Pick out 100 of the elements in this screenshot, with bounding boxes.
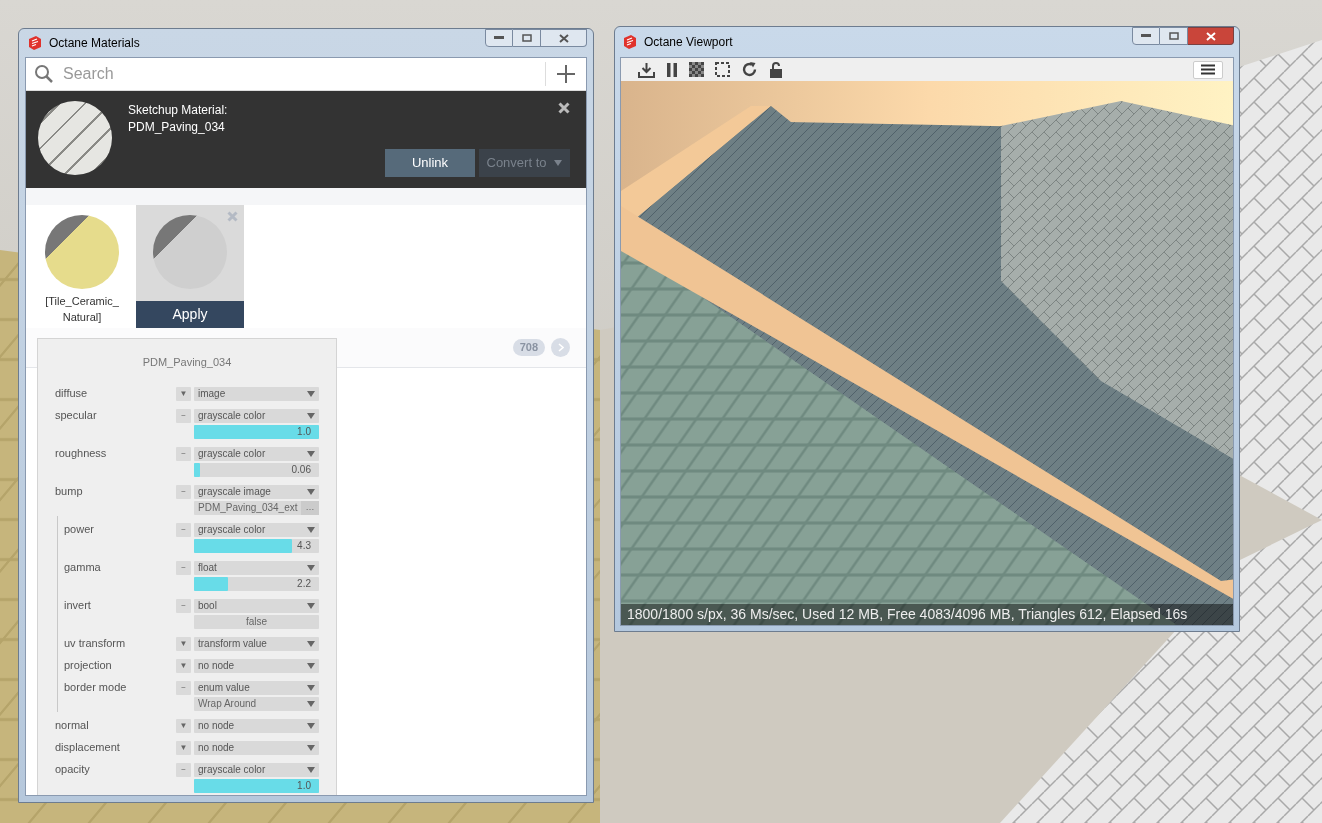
param-label: diffuse [55,386,89,402]
editor-title: PDM_Paving_034 [142,355,232,370]
param-label: displacement [55,740,121,756]
slider-reading: 1.0 [297,424,311,439]
param-label: specular [55,408,98,424]
param-label: power [64,522,95,538]
material-heading: Sketchup Material: [128,102,228,119]
toggle-button[interactable]: − [176,522,191,537]
minimize-icon [1141,34,1151,38]
type-dropdown[interactable]: transform value [194,636,319,651]
value-slider[interactable]: 1.0 [194,778,319,793]
caret-icon [307,602,315,609]
type-dropdown[interactable]: no node [194,740,319,755]
maximize-icon [1168,32,1179,40]
caret-icon [307,488,315,495]
type-dropdown[interactable]: no node [194,658,319,673]
slider-reading: 0.06 [291,462,311,477]
caret-icon [307,564,315,571]
file-name: PDM_Paving_034_ext [197,501,299,515]
toggle-button[interactable]: ▼ [176,658,191,673]
toggle-button[interactable]: − [176,598,191,613]
minimize-button[interactable] [485,29,513,47]
type-dropdown[interactable]: bool [194,598,319,613]
caret-icon [307,766,315,773]
refresh-icon[interactable] [741,61,758,78]
menu-icon [1201,64,1215,75]
type-dropdown[interactable]: grayscale color [194,522,319,537]
toggle-button[interactable]: − [176,446,191,461]
caret-icon [307,412,315,419]
param-label: border mode [64,680,128,696]
caret-icon [307,744,315,751]
chevron-right-icon [557,343,564,352]
type-dropdown[interactable]: float [194,560,319,575]
type-dropdown[interactable]: grayscale color [194,762,319,777]
minimize-button[interactable] [1132,27,1160,45]
window-title: Octane Materials [49,35,140,52]
type-dropdown[interactable]: image [194,386,319,401]
unlocked-icon[interactable] [769,61,783,78]
checkerboard-icon[interactable] [689,62,704,77]
search-field[interactable]: Search [63,62,545,86]
toggle-button[interactable]: − [176,484,191,499]
param-label: roughness [55,446,108,462]
param-label: uv transform [64,636,127,652]
slider-reading: 4.3 [297,538,311,553]
caret-icon [307,684,315,691]
caret-icon [307,662,315,669]
toggle-button[interactable]: ▼ [176,718,191,733]
type-dropdown[interactable]: grayscale image [194,484,319,499]
pause-icon[interactable] [666,62,678,77]
maximize-button[interactable] [1160,27,1188,45]
value-slider[interactable]: 2.2 [194,576,319,591]
toggle-button[interactable]: ▼ [176,386,191,401]
param-label: opacity [55,762,91,778]
search-icon [34,64,54,84]
download-icon[interactable] [638,61,655,78]
caret-icon [554,160,563,166]
browse-button[interactable]: … [301,500,319,515]
app-logo-icon [27,35,43,51]
slider-reading: 1.0 [297,778,311,793]
caret-icon [307,722,315,729]
param-label: gamma [64,560,102,576]
unlink-button[interactable]: Unlink [385,149,475,177]
type-dropdown[interactable]: no node [194,718,319,733]
param-label: bump [55,484,84,500]
enum-dropdown[interactable]: Wrap Around [194,696,319,711]
close-icon[interactable] [558,102,570,114]
menu-button[interactable] [1193,60,1223,79]
minimize-icon [494,36,504,40]
material-name: PDM_Paving_034 [128,119,226,136]
file-field[interactable]: PDM_Paving_034_ext … [194,500,319,515]
type-dropdown[interactable]: grayscale color [194,446,319,461]
selection-icon[interactable] [715,62,730,77]
caret-icon [307,450,315,457]
param-label: invert [64,598,92,614]
value-slider[interactable]: 4.3 [194,538,319,553]
caret-icon [307,526,315,533]
toggle-button[interactable]: − [176,408,191,423]
toggle-button[interactable]: ▼ [176,636,191,651]
toggle-button[interactable]: − [176,762,191,777]
type-dropdown[interactable]: enum value [194,680,319,695]
render-status: 1800/1800 s/px, 36 Ms/sec, Used 12 MB, Free 4083/4096 MB, Triangles 612, Elapsed 16s [621,604,1233,625]
apply-button[interactable]: Apply [136,301,244,328]
count-badge: 708 [512,339,545,356]
param-label: projection [64,658,113,674]
slider-reading: 2.2 [297,576,311,591]
caret-icon [307,390,315,397]
value-slider[interactable]: 0.06 [194,462,319,477]
toggle-button[interactable]: ▼ [176,740,191,755]
toggle-button[interactable]: − [176,680,191,695]
material-card[interactable]: Apply [136,205,244,328]
caret-icon [307,640,315,647]
toggle-button[interactable]: − [176,560,191,575]
material-name: [Tile_Ceramic_Natural] [44,294,120,325]
type-dropdown[interactable]: grayscale color [194,408,319,423]
close-button[interactable] [1188,27,1234,45]
maximize-button[interactable] [513,29,541,47]
bool-value[interactable]: false [194,614,319,629]
close-icon [558,33,569,43]
value-slider[interactable]: 1.0 [194,424,319,439]
close-button[interactable] [541,29,587,47]
